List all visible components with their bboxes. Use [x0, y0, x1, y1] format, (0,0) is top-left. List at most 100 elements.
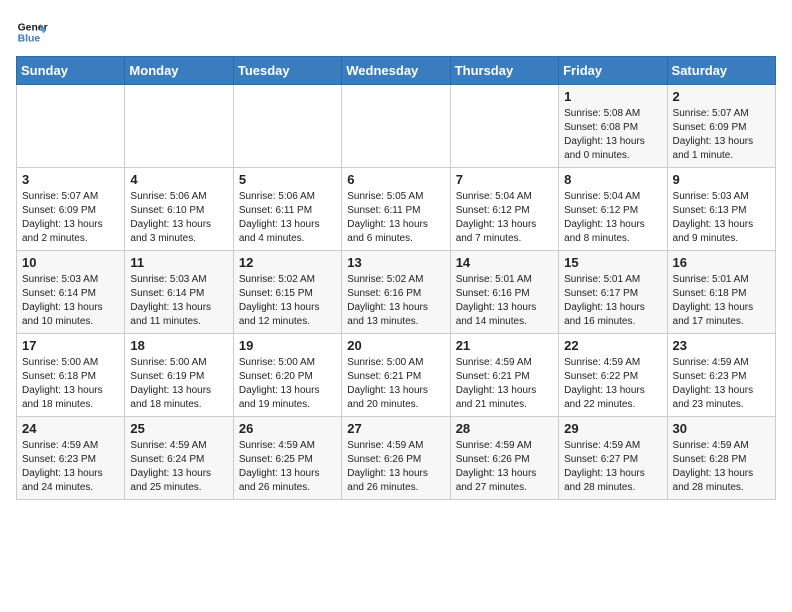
- day-number: 29: [564, 421, 661, 436]
- day-number: 5: [239, 172, 336, 187]
- day-number: 14: [456, 255, 553, 270]
- day-info: Sunrise: 5:00 AMSunset: 6:18 PMDaylight:…: [22, 356, 119, 412]
- day-info: Sunrise: 5:01 AMSunset: 6:18 PMDaylight:…: [673, 273, 770, 329]
- day-cell: 7 Sunrise: 5:04 AMSunset: 6:12 PMDaylight…: [450, 168, 558, 251]
- day-info: Sunrise: 4:59 AMSunset: 6:28 PMDaylight:…: [673, 439, 770, 495]
- day-info: Sunrise: 5:05 AMSunset: 6:11 PMDaylight:…: [347, 190, 444, 246]
- day-cell: [17, 85, 125, 168]
- day-cell: [342, 85, 450, 168]
- day-cell: [450, 85, 558, 168]
- day-cell: 1 Sunrise: 5:08 AMSunset: 6:08 PMDaylight…: [559, 85, 667, 168]
- calendar-table: SundayMondayTuesdayWednesdayThursdayFrid…: [16, 56, 776, 500]
- day-number: 26: [239, 421, 336, 436]
- day-info: Sunrise: 4:59 AMSunset: 6:25 PMDaylight:…: [239, 439, 336, 495]
- day-info: Sunrise: 5:03 AMSunset: 6:13 PMDaylight:…: [673, 190, 770, 246]
- day-cell: 3 Sunrise: 5:07 AMSunset: 6:09 PMDaylight…: [17, 168, 125, 251]
- day-cell: 29 Sunrise: 4:59 AMSunset: 6:27 PMDayligh…: [559, 417, 667, 500]
- day-cell: 14 Sunrise: 5:01 AMSunset: 6:16 PMDayligh…: [450, 251, 558, 334]
- day-number: 3: [22, 172, 119, 187]
- day-number: 10: [22, 255, 119, 270]
- day-info: Sunrise: 5:08 AMSunset: 6:08 PMDaylight:…: [564, 107, 661, 163]
- day-info: Sunrise: 5:00 AMSunset: 6:19 PMDaylight:…: [130, 356, 227, 412]
- day-cell: 11 Sunrise: 5:03 AMSunset: 6:14 PMDayligh…: [125, 251, 233, 334]
- day-number: 27: [347, 421, 444, 436]
- day-number: 15: [564, 255, 661, 270]
- day-cell: 8 Sunrise: 5:04 AMSunset: 6:12 PMDaylight…: [559, 168, 667, 251]
- day-cell: 30 Sunrise: 4:59 AMSunset: 6:28 PMDayligh…: [667, 417, 775, 500]
- day-number: 25: [130, 421, 227, 436]
- week-row-4: 17 Sunrise: 5:00 AMSunset: 6:18 PMDayligh…: [17, 334, 776, 417]
- day-number: 6: [347, 172, 444, 187]
- day-info: Sunrise: 4:59 AMSunset: 6:27 PMDaylight:…: [564, 439, 661, 495]
- day-cell: [233, 85, 341, 168]
- logo-icon: General Blue: [16, 16, 48, 48]
- week-row-1: 1 Sunrise: 5:08 AMSunset: 6:08 PMDaylight…: [17, 85, 776, 168]
- day-info: Sunrise: 4:59 AMSunset: 6:26 PMDaylight:…: [347, 439, 444, 495]
- header-saturday: Saturday: [667, 57, 775, 85]
- header-sunday: Sunday: [17, 57, 125, 85]
- header-tuesday: Tuesday: [233, 57, 341, 85]
- header-friday: Friday: [559, 57, 667, 85]
- day-number: 28: [456, 421, 553, 436]
- day-number: 30: [673, 421, 770, 436]
- header-wednesday: Wednesday: [342, 57, 450, 85]
- day-cell: 18 Sunrise: 5:00 AMSunset: 6:19 PMDayligh…: [125, 334, 233, 417]
- day-info: Sunrise: 4:59 AMSunset: 6:23 PMDaylight:…: [22, 439, 119, 495]
- day-number: 16: [673, 255, 770, 270]
- day-number: 20: [347, 338, 444, 353]
- day-info: Sunrise: 5:06 AMSunset: 6:10 PMDaylight:…: [130, 190, 227, 246]
- day-info: Sunrise: 5:02 AMSunset: 6:15 PMDaylight:…: [239, 273, 336, 329]
- day-cell: 20 Sunrise: 5:00 AMSunset: 6:21 PMDayligh…: [342, 334, 450, 417]
- day-info: Sunrise: 5:04 AMSunset: 6:12 PMDaylight:…: [456, 190, 553, 246]
- weekday-header-row: SundayMondayTuesdayWednesdayThursdayFrid…: [17, 57, 776, 85]
- day-cell: 17 Sunrise: 5:00 AMSunset: 6:18 PMDayligh…: [17, 334, 125, 417]
- day-cell: 12 Sunrise: 5:02 AMSunset: 6:15 PMDayligh…: [233, 251, 341, 334]
- day-cell: 24 Sunrise: 4:59 AMSunset: 6:23 PMDayligh…: [17, 417, 125, 500]
- day-cell: [125, 85, 233, 168]
- day-number: 11: [130, 255, 227, 270]
- day-cell: 19Sunrise: 5:00 AMSunset: 6:20 PMDayligh…: [233, 334, 341, 417]
- day-info: Sunrise: 5:07 AMSunset: 6:09 PMDaylight:…: [22, 190, 119, 246]
- day-info: Sunrise: 5:00 AMSunset: 6:21 PMDaylight:…: [347, 356, 444, 412]
- day-info: Sunrise: 4:59 AMSunset: 6:21 PMDaylight:…: [456, 356, 553, 412]
- day-number: 4: [130, 172, 227, 187]
- day-cell: 25 Sunrise: 4:59 AMSunset: 6:24 PMDayligh…: [125, 417, 233, 500]
- day-number: 7: [456, 172, 553, 187]
- week-row-3: 10 Sunrise: 5:03 AMSunset: 6:14 PMDayligh…: [17, 251, 776, 334]
- day-info: Sunrise: 5:03 AMSunset: 6:14 PMDaylight:…: [22, 273, 119, 329]
- day-info: Sunrise: 5:02 AMSunset: 6:16 PMDaylight:…: [347, 273, 444, 329]
- day-info: Sunrise: 5:03 AMSunset: 6:14 PMDaylight:…: [130, 273, 227, 329]
- day-number: 12: [239, 255, 336, 270]
- header-thursday: Thursday: [450, 57, 558, 85]
- day-info: Sunrise: 5:04 AMSunset: 6:12 PMDaylight:…: [564, 190, 661, 246]
- day-info: Sunrise: 5:01 AMSunset: 6:16 PMDaylight:…: [456, 273, 553, 329]
- day-cell: 2 Sunrise: 5:07 AMSunset: 6:09 PMDaylight…: [667, 85, 775, 168]
- day-info: Sunrise: 5:07 AMSunset: 6:09 PMDaylight:…: [673, 107, 770, 163]
- day-number: 1: [564, 89, 661, 104]
- day-cell: 26 Sunrise: 4:59 AMSunset: 6:25 PMDayligh…: [233, 417, 341, 500]
- day-number: 2: [673, 89, 770, 104]
- svg-text:Blue: Blue: [18, 34, 41, 45]
- day-cell: 5 Sunrise: 5:06 AMSunset: 6:11 PMDaylight…: [233, 168, 341, 251]
- week-row-2: 3 Sunrise: 5:07 AMSunset: 6:09 PMDaylight…: [17, 168, 776, 251]
- day-cell: 9Sunrise: 5:03 AMSunset: 6:13 PMDaylight…: [667, 168, 775, 251]
- day-number: 23: [673, 338, 770, 353]
- day-info: Sunrise: 4:59 AMSunset: 6:26 PMDaylight:…: [456, 439, 553, 495]
- day-number: 18: [130, 338, 227, 353]
- day-number: 13: [347, 255, 444, 270]
- day-info: Sunrise: 4:59 AMSunset: 6:22 PMDaylight:…: [564, 356, 661, 412]
- day-cell: 16 Sunrise: 5:01 AMSunset: 6:18 PMDayligh…: [667, 251, 775, 334]
- day-number: 8: [564, 172, 661, 187]
- logo: General Blue: [16, 16, 48, 48]
- day-cell: 22Sunrise: 4:59 AMSunset: 6:22 PMDayligh…: [559, 334, 667, 417]
- header-monday: Monday: [125, 57, 233, 85]
- day-info: Sunrise: 5:06 AMSunset: 6:11 PMDaylight:…: [239, 190, 336, 246]
- day-cell: 21 Sunrise: 4:59 AMSunset: 6:21 PMDayligh…: [450, 334, 558, 417]
- day-cell: 13 Sunrise: 5:02 AMSunset: 6:16 PMDayligh…: [342, 251, 450, 334]
- day-number: 17: [22, 338, 119, 353]
- day-number: 21: [456, 338, 553, 353]
- day-cell: 28 Sunrise: 4:59 AMSunset: 6:26 PMDayligh…: [450, 417, 558, 500]
- day-info: Sunrise: 4:59 AMSunset: 6:24 PMDaylight:…: [130, 439, 227, 495]
- day-number: 24: [22, 421, 119, 436]
- day-cell: 10 Sunrise: 5:03 AMSunset: 6:14 PMDayligh…: [17, 251, 125, 334]
